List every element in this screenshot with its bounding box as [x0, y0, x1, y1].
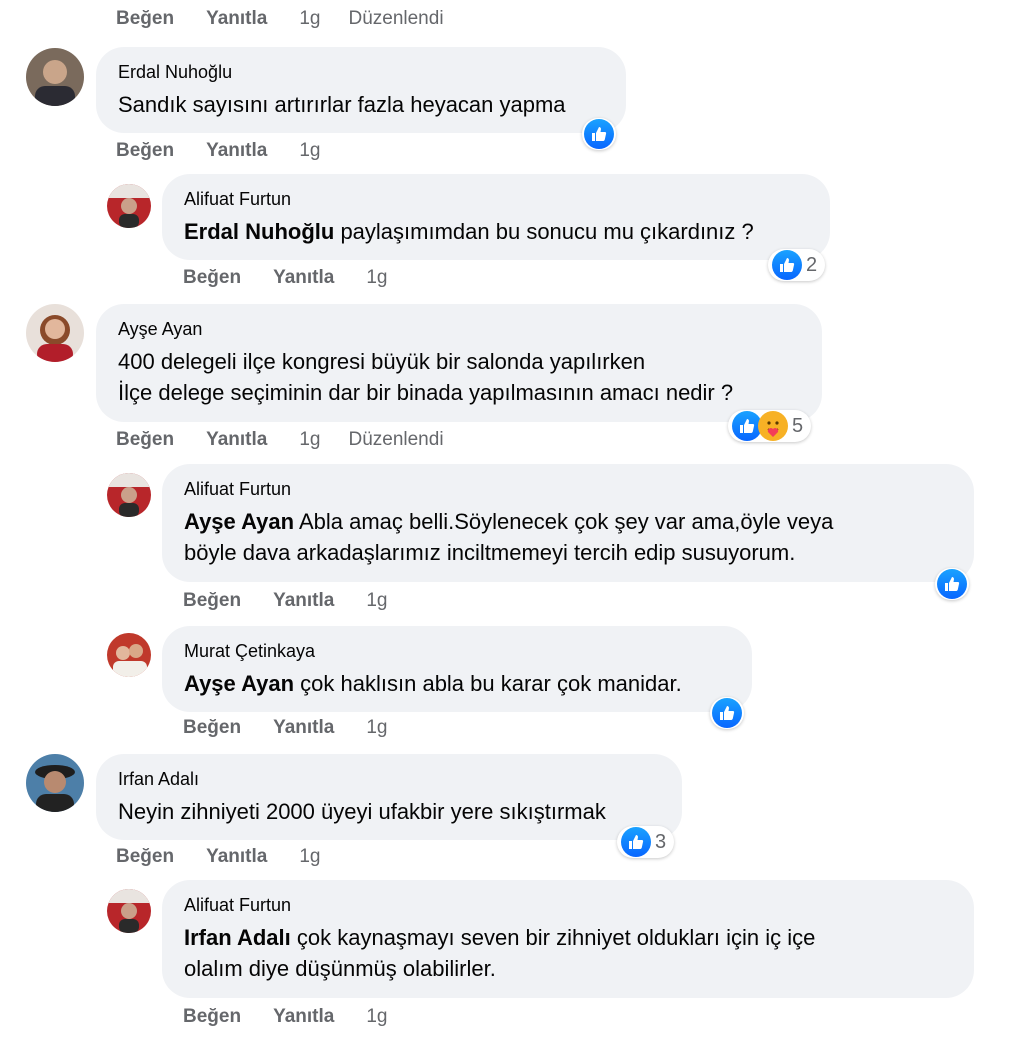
reply-button[interactable]: Yanıtla: [273, 590, 334, 612]
comment-text: Erdal Nuhoğlu paylaşımımdan bu sonucu mu…: [184, 219, 754, 244]
like-button[interactable]: Beğen: [183, 590, 241, 612]
reply-button[interactable]: Yanıtla: [206, 140, 267, 162]
avatar[interactable]: [107, 473, 151, 517]
comment-author[interactable]: Ayşe Ayan: [118, 318, 800, 340]
comment-author[interactable]: Irfan Adalı: [118, 768, 660, 790]
like-button[interactable]: Beğen: [116, 846, 174, 868]
reaction-count: 3: [655, 830, 667, 853]
comment-text-line: böyle dava arkadaşlarımız inciltmemeyi t…: [184, 540, 796, 565]
avatar[interactable]: [107, 633, 151, 677]
avatar[interactable]: [26, 754, 84, 812]
like-icon: [712, 698, 742, 728]
comment-text-line: Ayşe Ayan Abla amaç belli.Söylenecek çok…: [184, 509, 834, 534]
like-button[interactable]: Beğen: [116, 140, 174, 162]
like-button[interactable]: Beğen: [183, 267, 241, 289]
comment-author[interactable]: Alifuat Furtun: [184, 478, 952, 500]
comment-text: Ayşe Ayan çok haklısın abla bu karar çok…: [184, 671, 682, 696]
like-button[interactable]: Beğen: [116, 8, 174, 30]
timestamp[interactable]: 1g: [299, 140, 320, 162]
timestamp[interactable]: 1g: [299, 429, 320, 451]
comment-actions: Beğen Yanıtla 1g Düzenlendi: [116, 429, 476, 451]
comment-actions: Beğen Yanıtla 1g: [183, 590, 415, 612]
reply-button[interactable]: Yanıtla: [206, 8, 267, 30]
reaction-summary[interactable]: [935, 568, 969, 600]
reply-bubble: Alifuat Furtun Erdal Nuhoğlu paylaşımımd…: [162, 174, 830, 260]
comment-actions-top: Beğen Yanıtla 1g Düzenlendi: [116, 8, 476, 30]
mention-link[interactable]: Irfan Adalı: [184, 925, 291, 950]
comment-bubble: Erdal Nuhoğlu Sandık sayısını artırırlar…: [96, 47, 626, 133]
timestamp[interactable]: 1g: [366, 1006, 387, 1028]
comment-author[interactable]: Alifuat Furtun: [184, 894, 952, 916]
like-button[interactable]: Beğen: [183, 717, 241, 739]
like-icon: [772, 250, 802, 280]
mention-link[interactable]: Ayşe Ayan: [184, 671, 294, 696]
reaction-summary[interactable]: [710, 697, 744, 729]
reaction-summary[interactable]: [582, 118, 616, 150]
comment-actions: Beğen Yanıtla 1g: [183, 717, 415, 739]
like-button[interactable]: Beğen: [116, 429, 174, 451]
edited-label: Düzenlendi: [348, 429, 444, 450]
reaction-summary[interactable]: 5: [728, 410, 812, 442]
edited-label: Düzenlendi: [348, 8, 444, 29]
comment-bubble: Irfan Adalı Neyin zihniyeti 2000 üyeyi u…: [96, 754, 682, 840]
reply-bubble: Alifuat Furtun Irfan Adalı çok kaynaşmay…: [162, 880, 974, 998]
timestamp[interactable]: 1g: [366, 267, 387, 289]
reaction-count: 5: [792, 414, 804, 437]
like-icon: [621, 827, 651, 857]
comment-text-line: olalım diye düşünmüş olabilirler.: [184, 956, 496, 981]
reply-button[interactable]: Yanıtla: [206, 846, 267, 868]
reaction-summary[interactable]: 3: [617, 826, 675, 858]
reply-button[interactable]: Yanıtla: [206, 429, 267, 451]
comment-text-line: İlçe delege seçiminin dar bir binada yap…: [118, 380, 734, 405]
timestamp[interactable]: 1g: [299, 8, 320, 30]
reaction-summary[interactable]: 2: [768, 249, 826, 281]
avatar[interactable]: [26, 48, 84, 106]
reply-bubble: Alifuat Furtun Ayşe Ayan Abla amaç belli…: [162, 464, 974, 582]
timestamp[interactable]: 1g: [366, 717, 387, 739]
mention-link[interactable]: Ayşe Ayan: [184, 509, 294, 534]
comment-author[interactable]: Alifuat Furtun: [184, 188, 808, 210]
avatar[interactable]: [26, 304, 84, 362]
comment-actions: Beğen Yanıtla 1g: [116, 140, 348, 162]
comment-author[interactable]: Murat Çetinkaya: [184, 640, 730, 662]
reply-bubble: Murat Çetinkaya Ayşe Ayan çok haklısın a…: [162, 626, 752, 712]
like-icon: [937, 569, 967, 599]
comment-text: Neyin zihniyeti 2000 üyeyi ufakbir yere …: [118, 799, 606, 824]
comment-actions: Beğen Yanıtla 1g: [183, 267, 415, 289]
comment-text-line: 400 delegeli ilçe kongresi büyük bir sal…: [118, 349, 646, 374]
comment-text-line: Irfan Adalı çok kaynaşmayı seven bir zih…: [184, 925, 816, 950]
timestamp[interactable]: 1g: [299, 846, 320, 868]
mention-link[interactable]: Erdal Nuhoğlu: [184, 219, 334, 244]
avatar[interactable]: [107, 889, 151, 933]
timestamp[interactable]: 1g: [366, 590, 387, 612]
comment-actions: Beğen Yanıtla 1g: [183, 1006, 415, 1028]
comment-author[interactable]: Erdal Nuhoğlu: [118, 61, 604, 83]
comment-text: Sandık sayısını artırırlar fazla heyacan…: [118, 92, 566, 117]
care-icon: [758, 411, 788, 441]
comment-actions: Beğen Yanıtla 1g: [116, 846, 348, 868]
reply-button[interactable]: Yanıtla: [273, 1006, 334, 1028]
reply-button[interactable]: Yanıtla: [273, 717, 334, 739]
reaction-count: 2: [806, 253, 818, 276]
reply-button[interactable]: Yanıtla: [273, 267, 334, 289]
avatar[interactable]: [107, 184, 151, 228]
like-icon: [584, 119, 614, 149]
like-button[interactable]: Beğen: [183, 1006, 241, 1028]
comment-bubble: Ayşe Ayan 400 delegeli ilçe kongresi büy…: [96, 304, 822, 422]
